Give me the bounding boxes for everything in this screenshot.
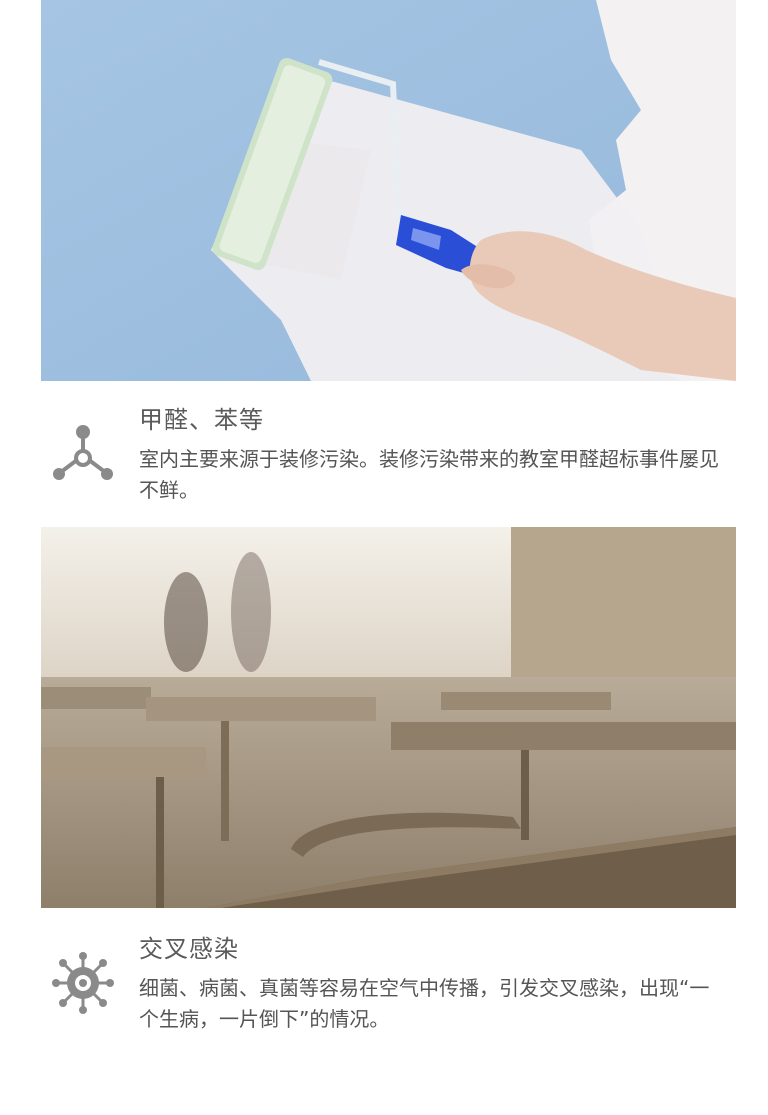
bacteria-icon <box>51 951 115 1015</box>
section-title: 交叉感染 <box>139 935 239 963</box>
section-description: 细菌、病菌、真菌等容易在空气中传播，引发交叉感染，出现“一个生病，一片倒下”的情… <box>139 976 710 1031</box>
wall-painting-illustration <box>41 0 736 381</box>
section-description: 室内主要来源于装修污染。装修污染带来的教室甲醛超标事件屡见不鲜。 <box>139 447 719 502</box>
classroom-illustration <box>41 527 736 908</box>
molecule-icon <box>51 422 115 486</box>
info-block-formaldehyde: 甲醛、苯等 室内主要来源于装修污染。装修污染带来的教室甲醛超标事件屡见不鲜。 <box>41 400 736 515</box>
wall-painting-photo <box>41 0 736 381</box>
info-block-cross-infection: 交叉感染 细菌、病菌、真菌等容易在空气中传播，引发交叉感染，出现“一个生病，一片… <box>41 929 736 1039</box>
section-title: 甲醛、苯等 <box>139 406 264 434</box>
empty-classroom-photo <box>41 527 736 908</box>
